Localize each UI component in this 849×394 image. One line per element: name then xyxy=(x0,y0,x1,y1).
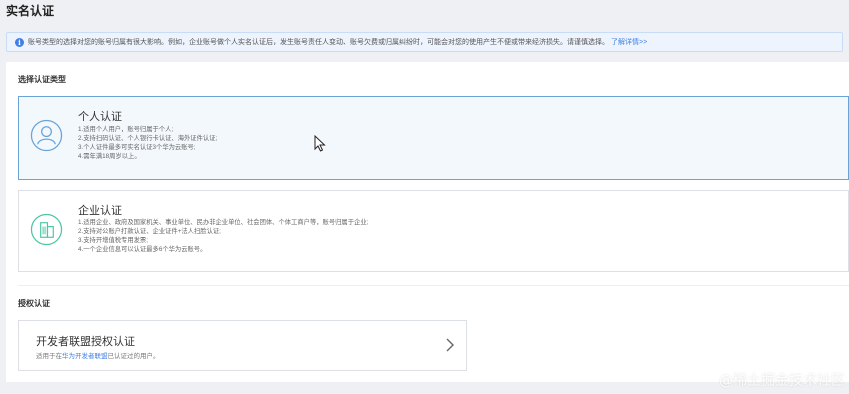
section-divider xyxy=(18,285,849,286)
content-panel: 选择认证类型 个人认证 1.适用个人用户，账号归属于个人; 2.支持扫码认证、个… xyxy=(6,62,849,382)
personal-line: 2.支持扫码认证、个人银行卡认证、海外证件认证; xyxy=(78,135,218,142)
personal-line: 1.适用个人用户，账号归属于个人; xyxy=(78,126,174,133)
developer-auth-card[interactable]: 开发者联盟授权认证 适用于在华为开发者联盟已认证过的用户。 xyxy=(18,320,467,371)
select-type-heading: 选择认证类型 xyxy=(18,75,66,84)
enterprise-line: 2.支持对公账户打款认证、企业证件+法人扫脸认证; xyxy=(78,228,221,235)
personal-auth-card[interactable]: 个人认证 1.适用个人用户，账号归属于个人; 2.支持扫码认证、个人银行卡认证、… xyxy=(18,96,849,180)
building-icon xyxy=(30,213,63,246)
learn-more-link[interactable]: 了解详情>> xyxy=(611,37,647,47)
developer-alliance-link[interactable]: 华为开发者联盟 xyxy=(62,353,108,360)
developer-sub-prefix: 适用于在 xyxy=(36,353,62,360)
mouse-cursor-icon xyxy=(314,135,326,152)
developer-auth-subtitle: 适用于在华为开发者联盟已认证过的用户。 xyxy=(36,350,160,360)
watermark: @稀土掘金技术社区 xyxy=(719,373,845,389)
chevron-right-icon[interactable] xyxy=(444,337,456,353)
enterprise-line: 4.一个企业信息可以认证最多6个华为云账号。 xyxy=(78,246,207,253)
enterprise-line: 1.适用企业、政府及国家机关、事业单位、民办非企业单位、社会团体、个体工商户等，… xyxy=(78,219,369,226)
personal-auth-title: 个人认证 xyxy=(78,111,122,123)
enterprise-auth-card[interactable]: 企业认证 1.适用企业、政府及国家机关、事业单位、民办非企业单位、社会团体、个体… xyxy=(18,190,849,272)
developer-sub-suffix: 已认证过的用户。 xyxy=(107,353,160,360)
enterprise-line: 3.支持开增值税专用发票; xyxy=(78,237,148,244)
enterprise-auth-description: 1.适用企业、政府及国家机关、事业单位、民办非企业单位、社会团体、个体工商户等，… xyxy=(78,218,368,254)
personal-line: 4.需年满18周岁以上。 xyxy=(78,153,141,160)
auth-section-heading: 授权认证 xyxy=(18,299,50,308)
enterprise-auth-title: 企业认证 xyxy=(78,205,122,217)
developer-auth-title: 开发者联盟授权认证 xyxy=(36,336,135,348)
personal-line: 3.个人证件最多可实名认证3个华为云账号; xyxy=(78,144,196,151)
info-icon: i xyxy=(15,37,24,47)
personal-auth-description: 1.适用个人用户，账号归属于个人; 2.支持扫码认证、个人银行卡认证、海外证件认… xyxy=(78,125,217,161)
notice-text: 账号类型的选择对您的账号归属有很大影响。例如，企业账号做个人实名认证后，发生账号… xyxy=(28,39,609,46)
person-icon xyxy=(30,119,63,152)
notice-bar: i 账号类型的选择对您的账号归属有很大影响。例如，企业账号做个人实名认证后，发生… xyxy=(6,32,843,52)
page-title: 实名认证 xyxy=(6,4,55,18)
